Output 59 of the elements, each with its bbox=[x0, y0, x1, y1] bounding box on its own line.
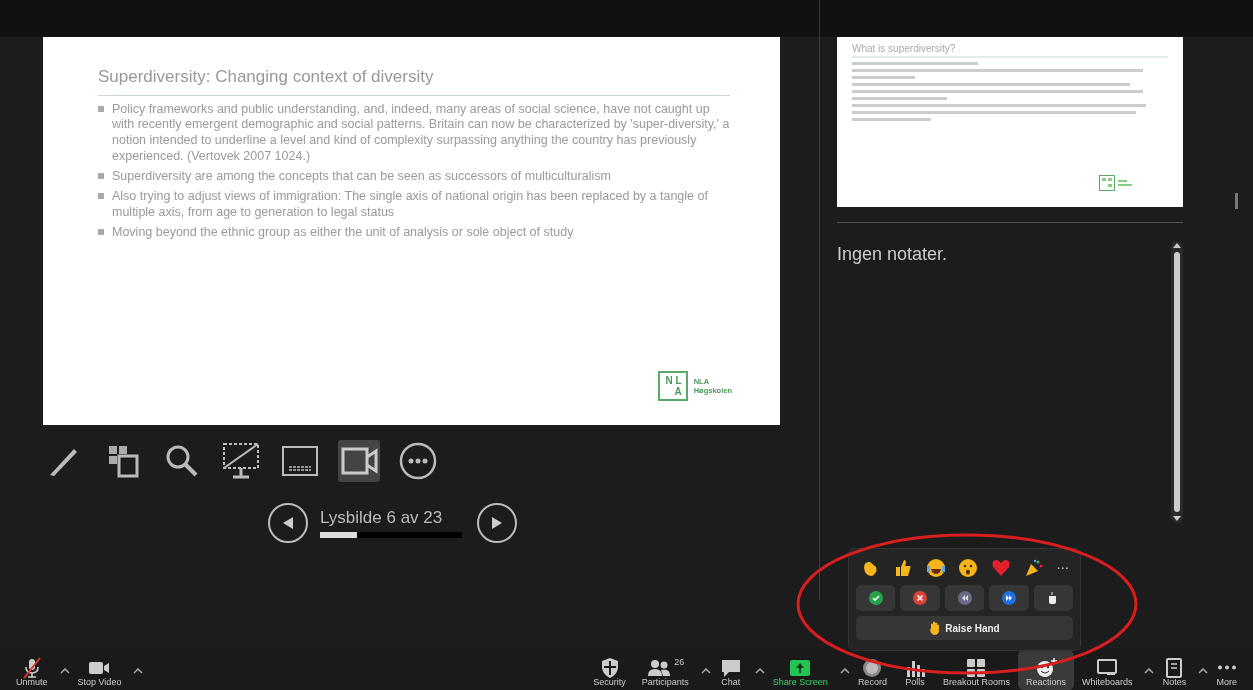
share-screen-icon bbox=[788, 657, 813, 679]
slide-bullet-text: Also trying to adjust views of immigration: The single axis of national origin has been replaced by a tangle of multiple axis, from age to generation to legal status bbox=[112, 188, 709, 221]
scroll-up-icon[interactable] bbox=[1172, 241, 1182, 249]
heart-icon[interactable] bbox=[991, 558, 1012, 578]
caret-icon[interactable] bbox=[1198, 668, 1209, 674]
surprised-face-icon[interactable] bbox=[958, 558, 979, 578]
fast-forward-icon bbox=[1001, 591, 1016, 605]
hand-icon bbox=[929, 621, 942, 635]
cross-icon bbox=[913, 591, 928, 605]
left-triangle-icon bbox=[282, 516, 294, 530]
laughing-face-icon[interactable] bbox=[925, 558, 946, 578]
caret-icon[interactable] bbox=[700, 668, 711, 674]
feedback-button[interactable] bbox=[900, 585, 940, 611]
monitor-icon[interactable] bbox=[221, 441, 261, 481]
check-icon bbox=[868, 591, 883, 605]
feedback-button[interactable] bbox=[1033, 585, 1074, 611]
slide-bullet-text: Moving beyond the ethnic group as either the unit of analysis or sole object of study bbox=[112, 224, 574, 241]
subtitles-icon[interactable] bbox=[280, 443, 320, 479]
caret-icon[interactable] bbox=[59, 668, 70, 674]
more-reactions-button[interactable]: ··· bbox=[1056, 560, 1069, 576]
caret-icon[interactable] bbox=[754, 668, 765, 674]
bullet-icon bbox=[98, 105, 104, 112]
feedback-button[interactable] bbox=[944, 585, 985, 611]
ellipsis-icon bbox=[1216, 665, 1237, 670]
raise-hand-button[interactable]: Raise Hand bbox=[856, 616, 1073, 640]
toolbar-button[interactable]: Unmute bbox=[8, 650, 56, 690]
people-icon bbox=[646, 657, 673, 679]
caret-icon[interactable] bbox=[1144, 668, 1155, 674]
slide-bullet-text: Policy frameworks and public understanding, and, indeed, many areas of social science, have not caught up with recently emergent demographic and social patterns. Britain can now be characterized by 'super-diversity,' a notion intended to underline a level and kind of complexity surpassing anything the country has previously experienced. (Vertovek 2007 1024.) bbox=[112, 101, 730, 166]
caret-icon[interactable] bbox=[839, 668, 850, 674]
right-triangle-icon bbox=[491, 516, 503, 530]
slide-bullet-text: Superdiversity are among the concepts that can be seen as successors of multiculturalism bbox=[112, 169, 611, 185]
party-popper-icon[interactable] bbox=[1023, 558, 1044, 578]
page-scrollbar[interactable] bbox=[1235, 193, 1238, 209]
toolbar-button[interactable]: Notes bbox=[1154, 650, 1195, 690]
slide-title: Superdiversity: Changing context of diversity bbox=[98, 67, 435, 87]
caret-icon[interactable] bbox=[133, 668, 144, 674]
rewind-icon bbox=[957, 591, 972, 605]
speaker-notes: Ingen notater. bbox=[837, 243, 949, 266]
more-icon[interactable] bbox=[398, 441, 438, 481]
feedback-button[interactable] bbox=[989, 585, 1029, 611]
notes-scrollbar[interactable] bbox=[1171, 241, 1183, 523]
toolbar-button[interactable]: Chat bbox=[710, 650, 751, 690]
toolbar-button[interactable]: Security bbox=[585, 650, 634, 690]
magnifier-icon[interactable] bbox=[164, 443, 200, 479]
toolbar-button[interactable]: Stop Video bbox=[69, 650, 130, 690]
logo-box: N L A bbox=[657, 371, 688, 401]
thumbnail-title: What is superdiversity? bbox=[852, 43, 1168, 58]
scroll-down-icon[interactable] bbox=[1172, 515, 1182, 523]
bullet-icon bbox=[98, 173, 104, 180]
share-screen-button[interactable]: Share Screen bbox=[764, 650, 836, 690]
bullet-icon bbox=[98, 228, 104, 235]
previous-slide-button[interactable] bbox=[268, 503, 308, 543]
toolbar-button[interactable]: 26 Participants bbox=[633, 650, 697, 690]
toolbar-button[interactable]: More bbox=[1208, 650, 1245, 690]
bullet-icon bbox=[98, 192, 104, 199]
next-slide-button[interactable] bbox=[477, 503, 517, 543]
slide-counter: Lysbilde 6 av 23 bbox=[320, 508, 444, 528]
logo-icon bbox=[1099, 175, 1133, 191]
